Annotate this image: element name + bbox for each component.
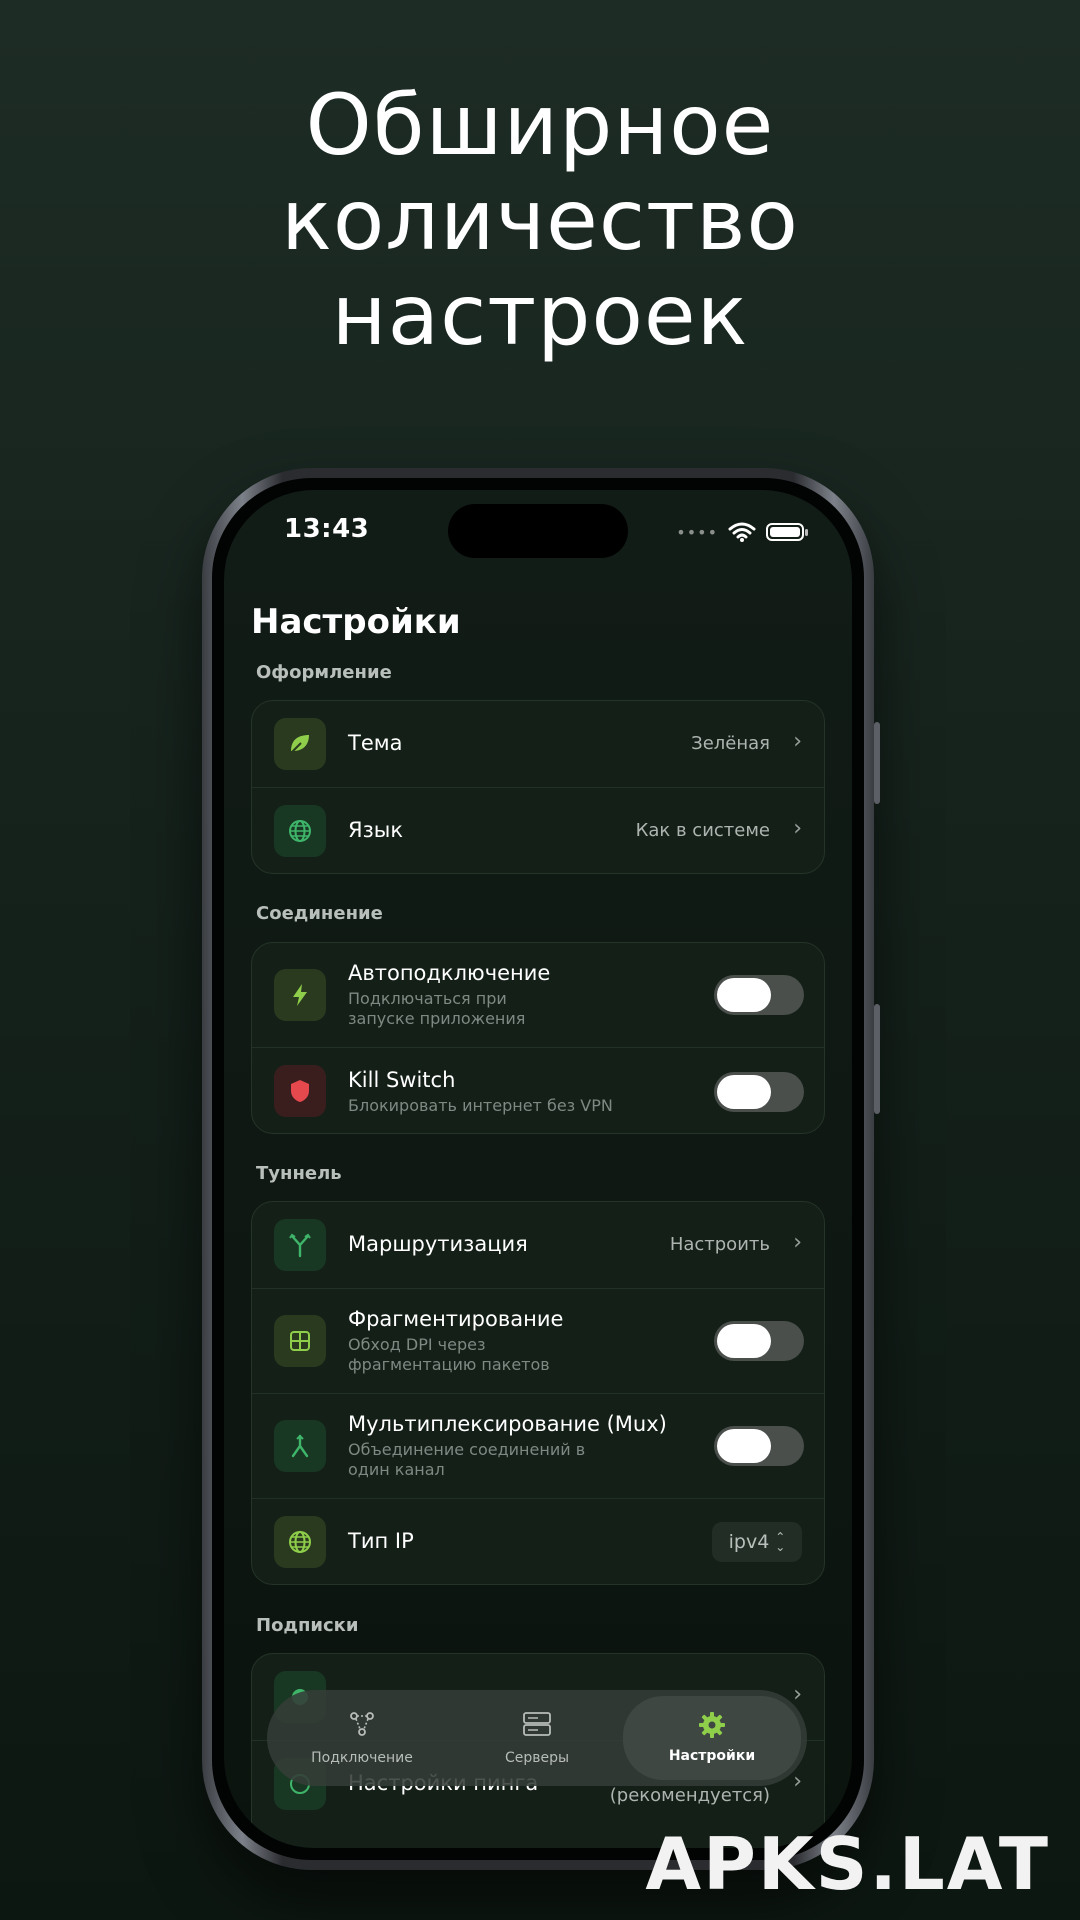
tunnel-card: Маршрутизация Настроить › Фрагментирован… <box>251 1201 825 1585</box>
fragmentation-row: Фрагментирование Обход DPI через фрагмен… <box>252 1289 824 1393</box>
routing-title: Маршрутизация <box>348 1232 528 1256</box>
headline-line-3: настроек <box>331 266 749 364</box>
battery-icon <box>766 523 808 541</box>
power-button <box>874 1004 880 1114</box>
mux-subtitle-2: один канал <box>348 1460 445 1479</box>
fragmentation-subtitle-2: фрагментацию пакетов <box>348 1355 550 1374</box>
grid-icon <box>274 1315 326 1367</box>
chevron-right-icon: › <box>793 816 802 841</box>
section-label-connection: Соединение <box>256 903 383 924</box>
tab-connection[interactable]: Подключение <box>277 1690 447 1786</box>
status-icons: •••• <box>676 520 808 544</box>
mux-row: Мультиплексирование (Mux) Объединение со… <box>252 1394 824 1498</box>
section-label-appearance: Оформление <box>256 662 392 683</box>
theme-title: Тема <box>348 731 403 755</box>
headline-line-1: Обширное <box>305 76 775 174</box>
theme-row[interactable]: Тема Зелёная › <box>252 701 824 787</box>
mux-title: Мультиплексирование (Mux) <box>348 1412 667 1436</box>
language-value: Как в системе <box>635 820 770 841</box>
theme-value: Зелёная <box>691 733 770 754</box>
ip-type-row: Тип IP ipv4 ⌃ ⌄ <box>252 1499 824 1585</box>
tab-bar: Подключение Серверы Настройки <box>267 1690 807 1786</box>
fragmentation-title: Фрагментирование <box>348 1307 564 1331</box>
dynamic-island <box>448 504 628 558</box>
routing-value: Настроить <box>669 1234 770 1255</box>
watermark: APKS.LAT <box>645 1822 1050 1906</box>
tab-settings-label: Настройки <box>668 1748 756 1764</box>
leaf-icon <box>274 718 326 770</box>
chevron-right-icon: › <box>793 1769 802 1794</box>
autoconnect-subtitle-1: Подключаться при <box>348 989 507 1008</box>
globe-icon <box>274 805 326 857</box>
connection-card: Автоподключение Подключаться при запуске… <box>251 942 825 1134</box>
tab-servers-label: Серверы <box>504 1750 570 1766</box>
up-down-chevron-icon: ⌃ ⌄ <box>775 1530 786 1554</box>
autoconnect-title: Автоподключение <box>348 961 551 985</box>
gear-icon <box>699 1712 725 1738</box>
page-title: Настройки <box>251 602 461 642</box>
server-icon <box>523 1712 551 1736</box>
chevron-right-icon: › <box>793 1230 802 1255</box>
headline: Обширное количество настроек <box>0 78 1080 363</box>
status-time: 13:43 <box>284 514 370 544</box>
killswitch-title: Kill Switch <box>348 1068 456 1092</box>
language-title: Язык <box>348 818 404 842</box>
mux-subtitle-1: Объединение соединений в <box>348 1440 586 1459</box>
wifi-icon <box>728 522 756 542</box>
bolt-icon <box>274 969 326 1021</box>
tab-settings[interactable]: Настройки <box>623 1696 801 1780</box>
signal-icon: •••• <box>676 522 718 542</box>
shield-icon <box>274 1065 326 1117</box>
headline-line-2: количество <box>281 171 799 269</box>
ip-type-title: Тип IP <box>348 1529 414 1553</box>
routing-row[interactable]: Маршрутизация Настроить › <box>252 1202 824 1288</box>
tab-connection-label: Подключение <box>311 1750 413 1766</box>
tab-servers[interactable]: Серверы <box>452 1690 622 1786</box>
section-label-tunnel: Туннель <box>256 1163 342 1184</box>
mux-toggle[interactable] <box>714 1426 804 1466</box>
autoconnect-subtitle-2: запуске приложения <box>348 1009 526 1028</box>
ip-type-value: ipv4 <box>728 1531 770 1553</box>
fragmentation-toggle[interactable] <box>714 1321 804 1361</box>
phone-screen: 13:43 •••• Настройки Оформление Тема Зел… <box>224 490 852 1848</box>
chevron-right-icon: › <box>793 729 802 754</box>
killswitch-subtitle: Блокировать интернет без VPN <box>348 1096 613 1115</box>
globe-icon <box>274 1516 326 1568</box>
route-split-icon <box>274 1219 326 1271</box>
killswitch-row: Kill Switch Блокировать интернет без VPN <box>252 1048 824 1134</box>
section-label-subscriptions: Подписки <box>256 1615 359 1636</box>
chevron-right-icon: › <box>793 1682 802 1707</box>
killswitch-toggle[interactable] <box>714 1072 804 1112</box>
nodes-icon <box>350 1712 374 1736</box>
language-row[interactable]: Язык Как в системе › <box>252 788 824 874</box>
autoconnect-toggle[interactable] <box>714 975 804 1015</box>
fragmentation-subtitle-1: Обход DPI через <box>348 1335 486 1354</box>
ping-settings-value: (рекомендуется) <box>609 1785 770 1806</box>
appearance-card: Тема Зелёная › Язык Как в системе › <box>251 700 825 874</box>
autoconnect-row: Автоподключение Подключаться при запуске… <box>252 943 824 1047</box>
volume-button <box>874 722 880 804</box>
ip-type-select[interactable]: ipv4 ⌃ ⌄ <box>712 1522 802 1562</box>
merge-icon <box>274 1420 326 1472</box>
